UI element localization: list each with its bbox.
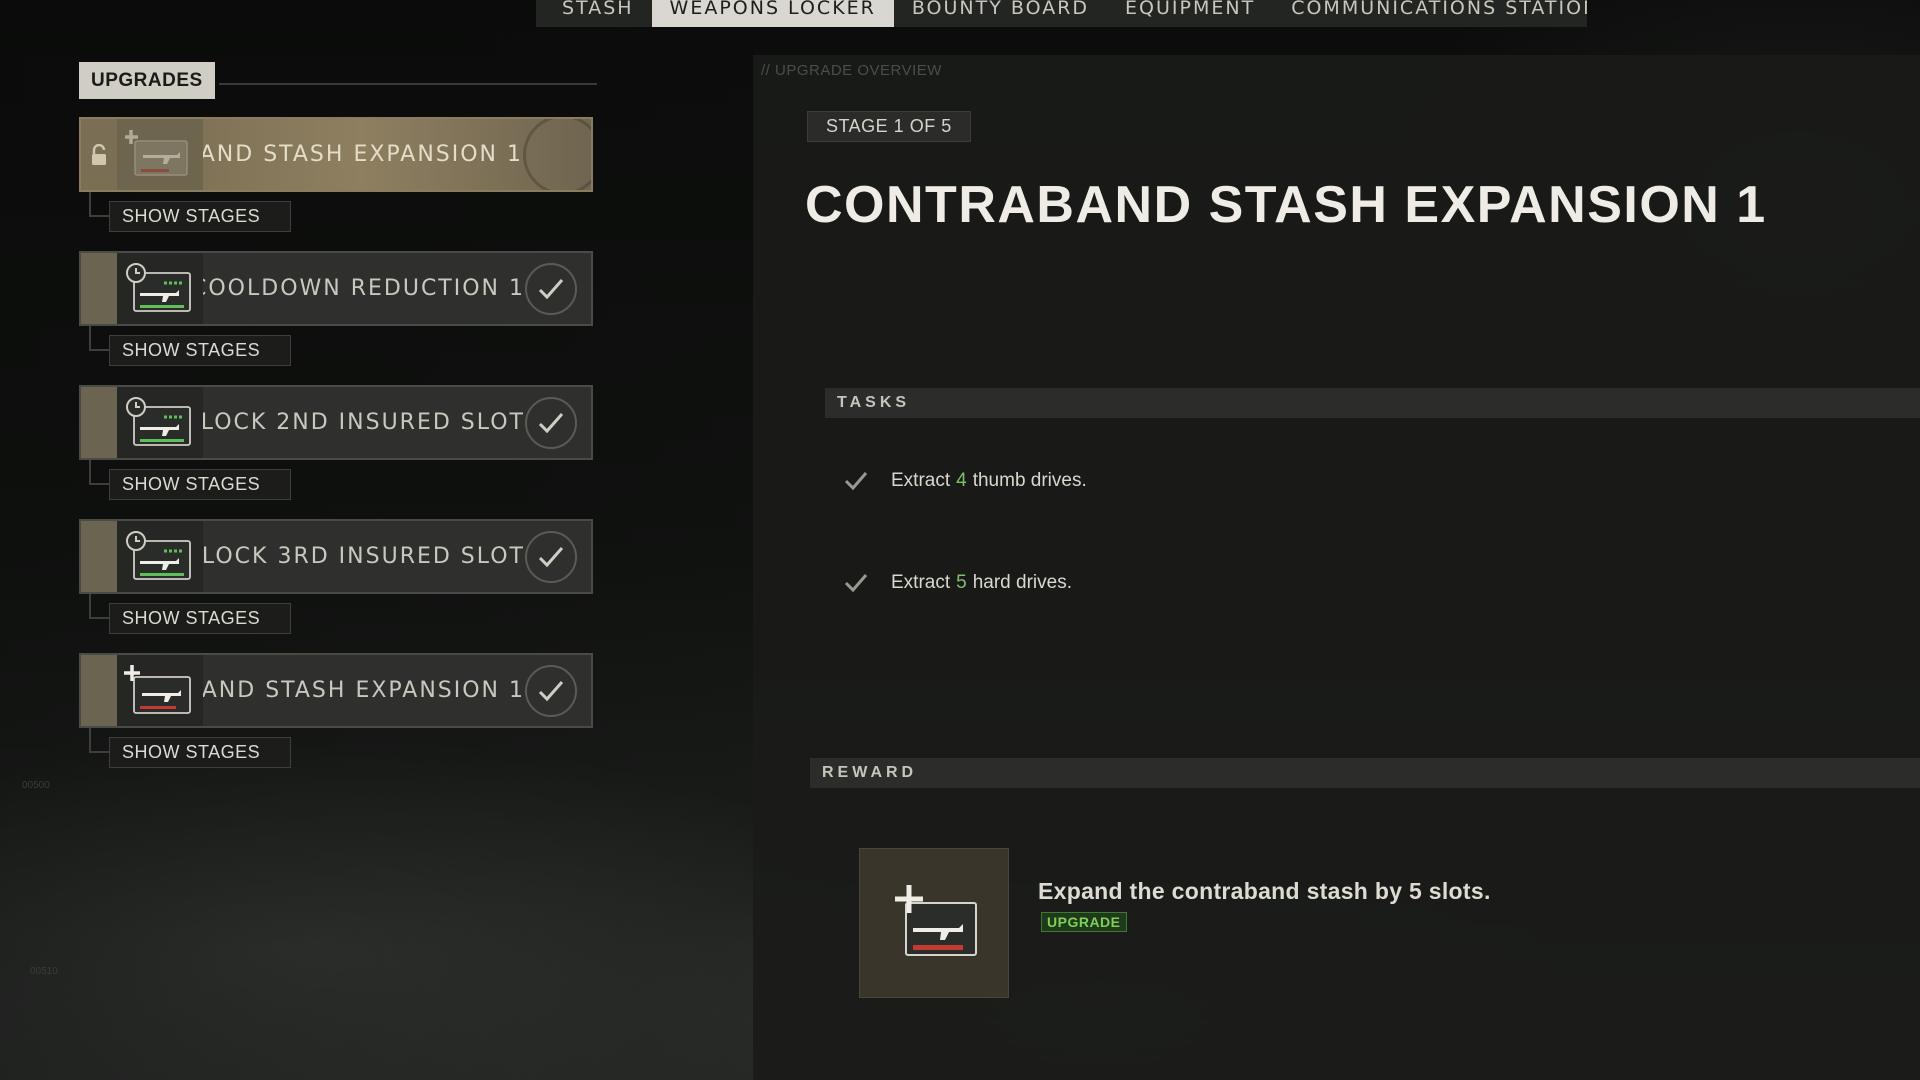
tab-communications-station[interactable]: COMMUNICATIONS STATION — [1273, 0, 1587, 22]
tree-connector — [89, 326, 109, 351]
upgrade-item: CONTRABAND STASH EXPANSION 1 SHOW STAGES — [79, 117, 593, 251]
upgrade-item: UNLOCK 3RD INSURED SLOT SHOW STAGES — [79, 519, 593, 653]
upgrades-panel: UPGRADES AND STASH EXPANSION 1 SHOW STAG… — [0, 0, 753, 1080]
page-title: CONTRABAND STASH EXPANSION 1 — [805, 176, 1767, 234]
upgrade-item: INSURED SLOT COOLDOWN REDUCTION 1 SHOW S… — [79, 251, 593, 385]
show-stages-button[interactable]: SHOW STAGES — [109, 201, 291, 232]
tab-bounty-board[interactable]: BOUNTY BOARD — [894, 0, 1107, 22]
card-strip — [81, 521, 117, 592]
reward-header: REWARD — [810, 758, 1920, 788]
completed-check-icon — [525, 530, 577, 583]
reward-weapon-plus-icon — [859, 848, 1009, 998]
reward-type-badge: UPGRADE — [1041, 912, 1127, 932]
weapon-clock-icon — [117, 387, 203, 458]
overview-label: // UPGRADE OVERVIEW — [761, 62, 942, 79]
weapon-clock-icon — [117, 521, 203, 592]
upgrade-title: UNLOCK 3RD INSURED SLOT — [203, 544, 525, 569]
tree-connector — [89, 192, 109, 217]
upgrade-title: UNLOCK 2ND INSURED SLOT — [203, 410, 525, 435]
hud-code: 00510 — [30, 966, 58, 977]
task-item: Extract 4 thumb drives. — [843, 470, 1087, 492]
weapon-plus-icon — [117, 655, 203, 726]
tree-connector — [89, 728, 109, 753]
reward-description: Expand the contraband stash by 5 slots. — [1038, 878, 1491, 904]
tree-connector — [89, 594, 109, 619]
lock-strip — [81, 119, 117, 190]
card-strip — [81, 387, 117, 458]
top-nav: STASH WEAPONS LOCKER BOUNTY BOARD EQUIPM… — [536, 0, 1587, 27]
check-icon — [843, 471, 869, 491]
divider — [218, 82, 597, 85]
upgrade-item: UNLOCK 2ND INSURED SLOT SHOW STAGES — [79, 385, 593, 519]
completed-check-icon — [525, 262, 577, 315]
show-stages-button[interactable]: SHOW STAGES — [109, 603, 291, 634]
task-count: 5 — [956, 572, 967, 593]
weapon-plus-icon — [117, 119, 203, 190]
upgrade-card-unlock-2nd-insured-slot[interactable]: UNLOCK 2ND INSURED SLOT — [79, 385, 593, 460]
upgrade-card-contraband-stash-expansion-completed[interactable]: CONTRABAND STASH EXPANSION 1 — [79, 653, 593, 728]
lock-icon — [92, 143, 106, 165]
weapon-clock-icon — [117, 253, 203, 324]
stage-badge: STAGE 1 OF 5 — [807, 111, 971, 142]
show-stages-button[interactable]: SHOW STAGES — [109, 335, 291, 366]
tab-weapons-locker[interactable]: WEAPONS LOCKER — [651, 0, 894, 27]
completed-check-icon — [525, 664, 577, 717]
card-strip — [81, 655, 117, 726]
task-count: 4 — [956, 470, 967, 491]
task-text: hard drives. — [972, 572, 1072, 593]
show-stages-button[interactable]: SHOW STAGES — [109, 469, 291, 500]
card-strip — [81, 253, 117, 324]
upgrade-list: CONTRABAND STASH EXPANSION 1 SHOW STAGES — [79, 117, 593, 787]
upgrade-title: CONTRABAND STASH EXPANSION 1 — [203, 142, 523, 167]
show-stages-button[interactable]: SHOW STAGES — [109, 737, 291, 768]
task-text: Extract — [891, 470, 951, 491]
tab-stash[interactable]: STASH — [544, 0, 652, 22]
tasks-header: TASKS — [825, 388, 1920, 418]
hud-code: 00500 — [22, 780, 50, 791]
upgrade-card-contraband-stash-expansion[interactable]: CONTRABAND STASH EXPANSION 1 — [79, 117, 593, 192]
task-item: Extract 5 hard drives. — [843, 572, 1072, 594]
upgrades-header: UPGRADES — [79, 62, 597, 99]
upgrade-overview-panel: // UPGRADE OVERVIEW STAGE 1 OF 5 CONTRAB… — [753, 55, 1920, 1080]
task-text: Extract — [891, 572, 951, 593]
upgrade-title: CONTRABAND STASH EXPANSION 1 — [203, 678, 525, 703]
completed-check-icon — [525, 396, 577, 449]
emblem-icon — [523, 119, 591, 190]
upgrade-card-insured-slot-cooldown[interactable]: INSURED SLOT COOLDOWN REDUCTION 1 — [79, 251, 593, 326]
upgrade-title: INSURED SLOT COOLDOWN REDUCTION 1 — [203, 276, 525, 301]
check-icon — [843, 573, 869, 593]
upgrade-item: CONTRABAND STASH EXPANSION 1 SHOW STAGES — [79, 653, 593, 787]
tab-equipment[interactable]: EQUIPMENT — [1107, 0, 1273, 22]
tree-connector — [89, 460, 109, 485]
upgrade-card-unlock-3rd-insured-slot[interactable]: UNLOCK 3RD INSURED SLOT — [79, 519, 593, 594]
upgrades-title: UPGRADES — [79, 62, 215, 99]
task-text: thumb drives. — [972, 470, 1087, 491]
